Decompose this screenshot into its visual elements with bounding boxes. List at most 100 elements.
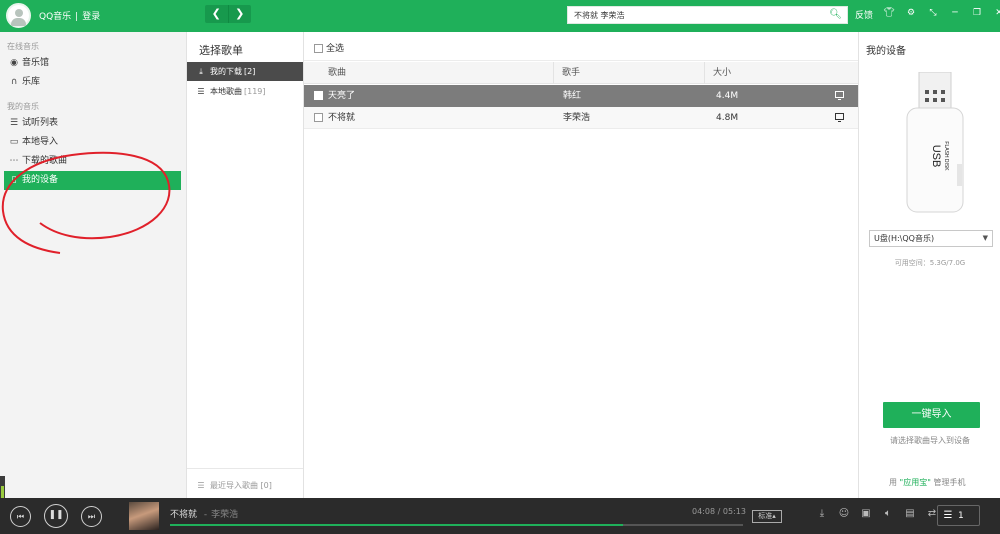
- chevron-right-icon[interactable]: ❯: [229, 5, 252, 23]
- import-hint: 请选择歌曲导入到设备: [890, 436, 970, 445]
- quality-label: 标准: [758, 512, 773, 520]
- recent-imports[interactable]: ☰ 最近导入歌曲 [0]: [187, 468, 303, 498]
- device-panel: 我的设备 USB FLASH DISK U盘(H:\QQ音乐) ▼ 可用空间：5.…: [858, 32, 1000, 498]
- previous-icon[interactable]: ⏮︎: [10, 506, 31, 527]
- gear-icon[interactable]: ⚙: [905, 8, 917, 21]
- playlist-item-downloads[interactable]: ⤓ 我的下载 [2]: [187, 62, 303, 81]
- window-controls: 反馈 👕︎ ⚙ ⤡ ─ ❐ ✕: [855, 8, 1000, 21]
- sidebar-item-label: 音乐馆: [22, 58, 50, 68]
- sidebar-item-trial-list[interactable]: ☰ 试听列表: [4, 114, 181, 133]
- lyrics-icon[interactable]: ▣: [859, 508, 873, 519]
- player-bar: ⏮︎ ❚❚ ⏭︎ 不将就 - 李荣浩 04:08 / 05:13 标准▴ ⤓ ☺ …: [0, 498, 1000, 534]
- sidebar-item-music-hall[interactable]: ◉ 音乐馆: [4, 54, 181, 73]
- search-input[interactable]: [568, 7, 823, 23]
- shirt-icon[interactable]: 👕︎: [883, 8, 895, 21]
- now-playing-separator: -: [203, 510, 208, 520]
- time-separator: /: [717, 507, 721, 516]
- select-all-checkbox[interactable]: [314, 44, 323, 53]
- device-icon: [835, 107, 844, 129]
- column-song[interactable]: 歌曲: [320, 62, 554, 84]
- feedback-link[interactable]: 反馈: [855, 8, 873, 21]
- next-icon[interactable]: ⏭︎: [81, 506, 102, 527]
- album-cover[interactable]: [129, 502, 159, 530]
- column-size[interactable]: 大小: [705, 62, 858, 84]
- one-click-import-button[interactable]: 一键导入: [883, 402, 980, 428]
- now-playing-song: 不将就: [170, 510, 198, 520]
- device-icon: [835, 85, 844, 107]
- player-icons: ⤓ ☺ ▣ 🔈︎ ▤ ⇄: [815, 508, 939, 519]
- list-icon: ☰: [943, 510, 953, 521]
- sidebar-item-library[interactable]: ∩ 乐库: [4, 73, 181, 92]
- playlist-item-count: [2]: [244, 67, 256, 76]
- avatar[interactable]: [6, 3, 31, 28]
- footer-suffix: 管理手机: [933, 478, 966, 487]
- playlist-button[interactable]: ☰ 1: [937, 505, 980, 526]
- row-size: 4.4M: [716, 91, 739, 101]
- table-row[interactable]: 天亮了 韩红 4.4M: [304, 85, 858, 107]
- sidebar-section-online: 在线音乐: [7, 42, 39, 51]
- app-store-link[interactable]: 用 "应用宝" 管理手机: [889, 477, 965, 488]
- row-checkbox[interactable]: [314, 107, 326, 129]
- list-icon: ☰: [197, 87, 205, 96]
- minimize-icon[interactable]: ─: [949, 8, 961, 21]
- headphones-icon: ∩: [10, 77, 18, 87]
- sidebar: 在线音乐 ◉ 音乐馆 ∩ 乐库 我的音乐 ☰ 试听列表 ▭ 本地导入 ⋯ 下载的歌曲 ▯ 我…: [0, 32, 187, 498]
- dropdown-arrow-icon: ▼: [982, 234, 988, 242]
- song-toolbar: 全选: [304, 32, 858, 61]
- sidebar-item-label: 乐库: [22, 77, 41, 87]
- chevron-left-icon[interactable]: ❮: [205, 5, 229, 23]
- row-artist: 韩红: [563, 91, 582, 101]
- progress-fill: [170, 524, 623, 526]
- restore-icon[interactable]: ❐: [971, 8, 983, 21]
- volume-slider[interactable]: [0, 476, 5, 500]
- device-icon: ▯: [11, 175, 17, 185]
- equalizer-icon[interactable]: ▤: [903, 508, 917, 519]
- sidebar-item-my-device[interactable]: ▯ 我的设备: [4, 171, 181, 190]
- table-header: 歌曲 歌手 大小: [304, 62, 858, 84]
- download-icon: ⋯: [9, 156, 19, 166]
- row-checkbox[interactable]: [314, 85, 326, 107]
- now-playing-artist[interactable]: 李荣浩: [211, 510, 238, 520]
- sidebar-item-label: 我的设备: [22, 175, 59, 185]
- list-icon: ☰: [9, 118, 19, 128]
- playlist-item-local[interactable]: ☰ 本地歌曲 [119]: [187, 82, 303, 101]
- playlist-panel: 选择歌单 ⤓ 我的下载 [2] ☰ 本地歌曲 [119] ☰ 最近导入歌曲 [0]: [187, 32, 304, 498]
- sidebar-item-label: 试听列表: [22, 118, 59, 128]
- playlist-item-label: 本地歌曲: [210, 87, 242, 96]
- download-icon: ⤓: [199, 67, 203, 76]
- row-song: 不将就: [328, 113, 356, 123]
- select-all[interactable]: 全选: [314, 41, 344, 54]
- sidebar-item-downloads[interactable]: ⋯ 下载的歌曲: [4, 152, 181, 171]
- title-bar: QQ音乐|登录 ❮ ❯ 🔍︎ 反馈 👕︎ ⚙ ⤡ ─ ❐ ✕: [0, 0, 1000, 32]
- brand: QQ音乐 | 登录: [39, 9, 100, 22]
- row-song: 天亮了: [328, 91, 356, 101]
- login-link[interactable]: 登录: [82, 12, 100, 22]
- app-name: QQ音乐: [39, 12, 72, 22]
- music-hall-icon: ◉: [10, 58, 18, 68]
- progress-bar[interactable]: [170, 524, 743, 526]
- total-time: 05:13: [722, 507, 746, 516]
- playlist-item-count: [119]: [244, 87, 266, 96]
- download-icon[interactable]: ⤓: [815, 508, 829, 519]
- close-icon[interactable]: ✕: [993, 8, 1000, 21]
- available-space: 可用空间：5.3G/7.0G: [894, 259, 966, 267]
- quality-toggle[interactable]: 标准▴: [752, 510, 782, 523]
- sidebar-section-mine: 我的音乐: [7, 102, 39, 111]
- volume-icon[interactable]: 🔈︎: [881, 508, 895, 519]
- row-artist: 李荣浩: [563, 113, 591, 123]
- sidebar-item-label: 本地导入: [22, 137, 59, 147]
- mini-mode-icon[interactable]: ⤡: [927, 8, 939, 21]
- playlist-count: 1: [958, 511, 964, 521]
- elapsed-time: 04:08: [692, 507, 716, 516]
- usb-subtext: FLASH DISK: [943, 141, 949, 171]
- table-row[interactable]: 不将就 李荣浩 4.8M: [304, 107, 858, 129]
- drive-select-value: U盘(H:\QQ音乐): [874, 234, 935, 243]
- smile-icon[interactable]: ☺: [837, 508, 851, 519]
- search-box: 🔍︎: [567, 6, 848, 24]
- pause-icon[interactable]: ❚❚: [44, 504, 68, 528]
- playlist-item-label: 我的下载: [210, 67, 242, 76]
- drive-select[interactable]: U盘(H:\QQ音乐) ▼: [869, 230, 993, 247]
- search-icon[interactable]: 🔍︎: [829, 9, 842, 20]
- column-artist[interactable]: 歌手: [554, 62, 705, 84]
- sidebar-item-local-import[interactable]: ▭ 本地导入: [4, 133, 181, 152]
